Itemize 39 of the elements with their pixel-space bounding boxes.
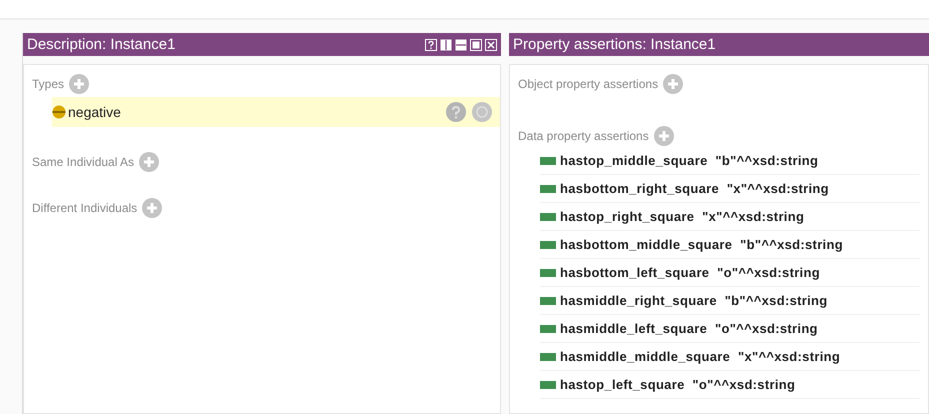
- close-icon[interactable]: [485, 38, 497, 50]
- split-horizontal-icon[interactable]: [455, 38, 467, 50]
- data-property-icon: [540, 212, 556, 220]
- section-label: Object property assertions: [518, 77, 658, 91]
- data-property-icon: [540, 324, 556, 332]
- panel-title: Property assertions: Instance1: [513, 36, 716, 53]
- add-icon[interactable]: [654, 126, 674, 146]
- data-property-icon: [540, 184, 556, 192]
- section-label: Types: [32, 77, 64, 91]
- data-property-assertion[interactable]: hasbottom_left_square "o"^^xsd:string: [560, 265, 820, 280]
- data-property-icon: [540, 296, 556, 304]
- data-property-icon: [540, 240, 556, 248]
- data-property-assertion[interactable]: hasmiddle_middle_square "x"^^xsd:string: [560, 349, 840, 364]
- data-property-assertion[interactable]: hasbottom_right_square "x"^^xsd:string: [560, 181, 829, 196]
- add-icon[interactable]: [142, 198, 162, 218]
- data-property-assertion[interactable]: hastop_left_square "o"^^xsd:string: [560, 377, 796, 392]
- data-property-assertion[interactable]: hastop_middle_square "b"^^xsd:string: [560, 153, 818, 168]
- data-property-assertion[interactable]: hasbottom_middle_square "b"^^xsd:string: [560, 237, 843, 252]
- data-property-icon: [540, 352, 556, 360]
- data-property-assertion[interactable]: hasmiddle_right_square "b"^^xsd:string: [560, 293, 828, 308]
- section-label: Same Individual As: [32, 155, 134, 169]
- data-property-assertion[interactable]: hasmiddle_left_square "o"^^xsd:string: [560, 321, 818, 336]
- type-label: negative: [68, 104, 121, 120]
- delete-icon[interactable]: [472, 102, 492, 122]
- data-property-icon: [540, 156, 556, 164]
- data-property-icon: [540, 380, 556, 388]
- type-row[interactable]: negative: [52, 97, 500, 127]
- split-vertical-icon[interactable]: [440, 38, 452, 50]
- class-icon: [52, 105, 66, 119]
- section-label: Data property assertions: [518, 129, 649, 143]
- add-icon[interactable]: [69, 74, 90, 94]
- add-icon[interactable]: [139, 152, 160, 172]
- maximize-icon[interactable]: [470, 38, 482, 50]
- data-property-assertion[interactable]: hastop_right_square "x"^^xsd:string: [560, 209, 804, 224]
- section-label: Different Individuals: [32, 201, 138, 215]
- help-icon[interactable]: [425, 38, 437, 50]
- panel-title: Description: Instance1: [27, 36, 176, 53]
- data-property-icon: [540, 268, 556, 276]
- add-icon[interactable]: [663, 74, 684, 94]
